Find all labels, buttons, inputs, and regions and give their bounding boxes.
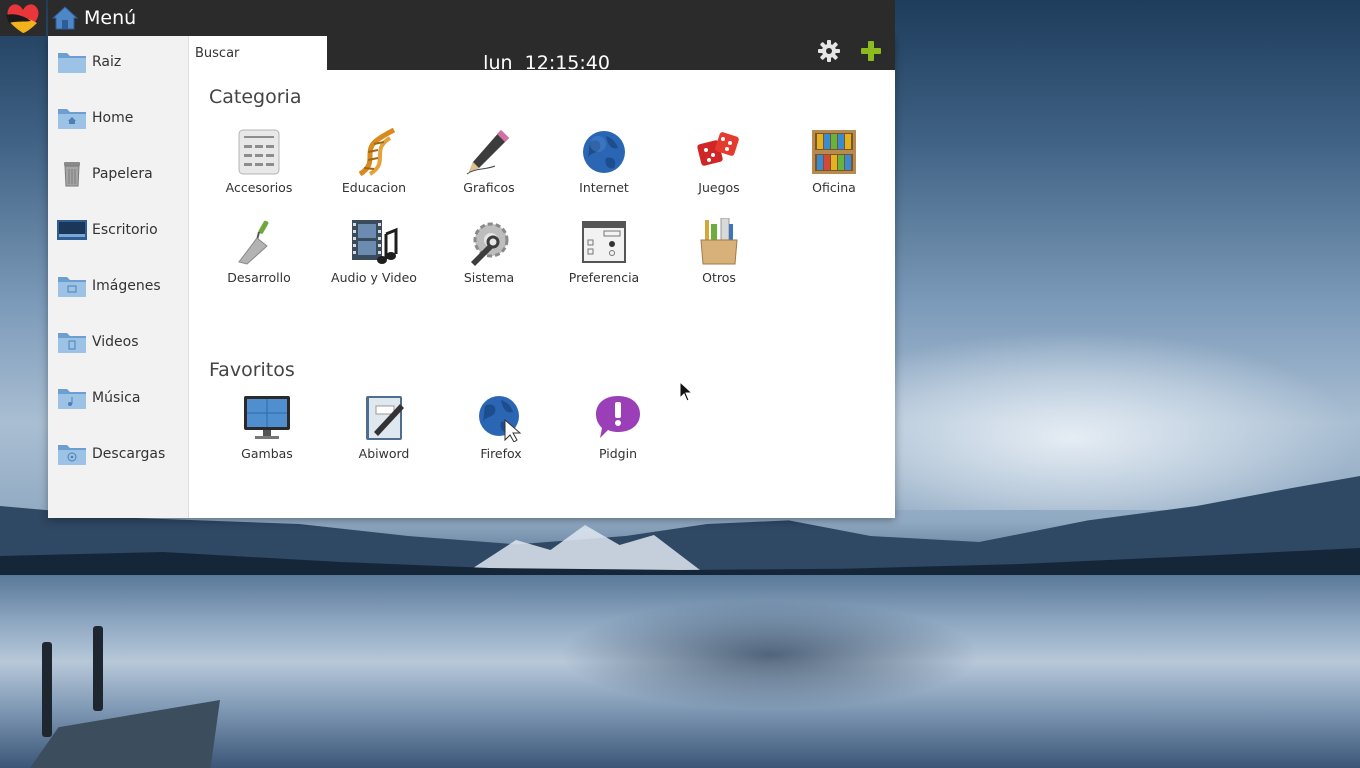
menu-panel: lun 12:15:40 bbox=[48, 36, 895, 518]
sidebar-item-label: Home bbox=[92, 110, 134, 126]
binders-icon bbox=[812, 130, 856, 174]
app-label: Abiword bbox=[358, 446, 410, 461]
globe-icon bbox=[583, 131, 625, 173]
downloads-folder-icon bbox=[58, 445, 86, 465]
places-sidebar: Raiz Home Papelera Escritorio Imágenes V… bbox=[48, 36, 189, 518]
notebook-pen-icon bbox=[366, 396, 404, 440]
category-juegos[interactable]: Juegos bbox=[662, 128, 776, 195]
app-label: Juegos bbox=[698, 180, 740, 195]
category-internet[interactable]: Internet bbox=[547, 128, 661, 195]
app-label: Sistema bbox=[463, 270, 515, 285]
sidebar-item-label: Imágenes bbox=[92, 278, 161, 294]
app-label: Pidgin bbox=[598, 446, 637, 461]
home-icon bbox=[52, 6, 78, 30]
sidebar-item-label: Descargas bbox=[92, 446, 166, 462]
sidebar-item-imagenes[interactable]: Imágenes bbox=[48, 261, 188, 311]
plus-icon bbox=[861, 41, 881, 61]
app-label: Audio y Video bbox=[331, 270, 417, 285]
menu-button[interactable]: Menú bbox=[52, 3, 136, 33]
settings-button[interactable] bbox=[817, 39, 841, 63]
sidebar-item-papelera[interactable]: Papelera bbox=[48, 149, 188, 199]
sidebar-item-label: Música bbox=[92, 390, 141, 406]
gear-wrench-icon bbox=[471, 222, 509, 266]
category-preferencia[interactable]: Preferencia bbox=[547, 218, 661, 285]
category-sistema[interactable]: Sistema bbox=[432, 218, 546, 285]
wallpaper-pier-post bbox=[42, 642, 52, 737]
favorite-firefox[interactable]: Firefox bbox=[444, 394, 558, 461]
chat-bubble-icon bbox=[596, 396, 640, 438]
film-music-icon bbox=[352, 220, 398, 264]
app-label: Internet bbox=[579, 180, 629, 195]
category-desarrollo[interactable]: Desarrollo bbox=[202, 218, 316, 285]
clock-day: lun bbox=[483, 52, 513, 74]
app-label: Educacion bbox=[341, 180, 407, 195]
app-label: Accesorios bbox=[225, 180, 293, 195]
distro-logo-button[interactable] bbox=[0, 0, 46, 36]
category-graficos[interactable]: Graficos bbox=[432, 128, 546, 195]
app-label: Desarrollo bbox=[227, 270, 291, 285]
app-label: Gambas bbox=[241, 446, 293, 461]
category-oficina[interactable]: Oficina bbox=[777, 128, 891, 195]
category-section-title: Categoria bbox=[209, 86, 302, 108]
category-audio-video[interactable]: Audio y Video bbox=[317, 218, 431, 285]
sidebar-item-home[interactable]: Home bbox=[48, 93, 188, 143]
sidebar-item-label: Videos bbox=[92, 334, 139, 350]
sidebar-item-raiz[interactable]: Raiz bbox=[48, 37, 188, 87]
folder-icon bbox=[58, 53, 86, 73]
monitor-icon bbox=[244, 396, 290, 439]
add-button[interactable] bbox=[859, 39, 883, 63]
favorite-abiword[interactable]: Abiword bbox=[327, 394, 441, 461]
toolbox-icon bbox=[700, 218, 738, 265]
trash-icon bbox=[64, 162, 80, 187]
menu-header: Menú bbox=[48, 0, 895, 36]
wallpaper-clouds bbox=[880, 330, 1360, 510]
menu-title: Menú bbox=[84, 7, 137, 29]
app-label: Preferencia bbox=[568, 270, 640, 285]
sidebar-item-escritorio[interactable]: Escritorio bbox=[48, 205, 188, 255]
category-accesorios[interactable]: Accesorios bbox=[202, 128, 316, 195]
sidebar-item-musica[interactable]: Música bbox=[48, 373, 188, 423]
home-folder-icon bbox=[58, 109, 86, 129]
clock-time: 12:15:40 bbox=[524, 52, 610, 74]
category-otros[interactable]: Otros bbox=[662, 218, 776, 285]
sidebar-item-videos[interactable]: Videos bbox=[48, 317, 188, 367]
trowel-icon bbox=[238, 220, 269, 265]
favorite-gambas[interactable]: Gambas bbox=[210, 394, 324, 461]
wallpaper-pier-post bbox=[93, 626, 103, 711]
dna-icon bbox=[358, 128, 396, 176]
calculator-icon bbox=[238, 129, 280, 175]
heart-logo-icon bbox=[6, 4, 39, 33]
dice-icon bbox=[697, 132, 739, 166]
app-label: Graficos bbox=[463, 180, 515, 195]
app-label: Firefox bbox=[480, 446, 522, 461]
sidebar-item-label: Raiz bbox=[92, 54, 122, 70]
pencil-icon bbox=[466, 130, 509, 175]
sidebar-item-descargas[interactable]: Descargas bbox=[48, 429, 188, 479]
category-educacion[interactable]: Educacion bbox=[317, 128, 431, 195]
sidebar-item-label: Escritorio bbox=[92, 222, 158, 238]
search-input[interactable] bbox=[189, 36, 327, 70]
pictures-folder-icon bbox=[58, 277, 86, 297]
globe-cursor-icon bbox=[479, 396, 522, 442]
favorites-section-title: Favoritos bbox=[209, 359, 295, 381]
mouse-cursor-icon bbox=[679, 381, 693, 402]
app-label: Otros bbox=[702, 270, 736, 285]
clock: lun 12:15:40 bbox=[459, 30, 610, 96]
videos-folder-icon bbox=[58, 333, 86, 353]
gear-icon bbox=[818, 40, 840, 62]
desktop-icon bbox=[57, 220, 87, 240]
favorite-pidgin[interactable]: Pidgin bbox=[561, 394, 675, 461]
music-folder-icon bbox=[58, 389, 86, 409]
app-label: Oficina bbox=[812, 180, 856, 195]
sidebar-item-label: Papelera bbox=[92, 166, 153, 182]
wallpaper-reflection bbox=[560, 600, 980, 710]
preferences-window-icon bbox=[582, 221, 626, 263]
